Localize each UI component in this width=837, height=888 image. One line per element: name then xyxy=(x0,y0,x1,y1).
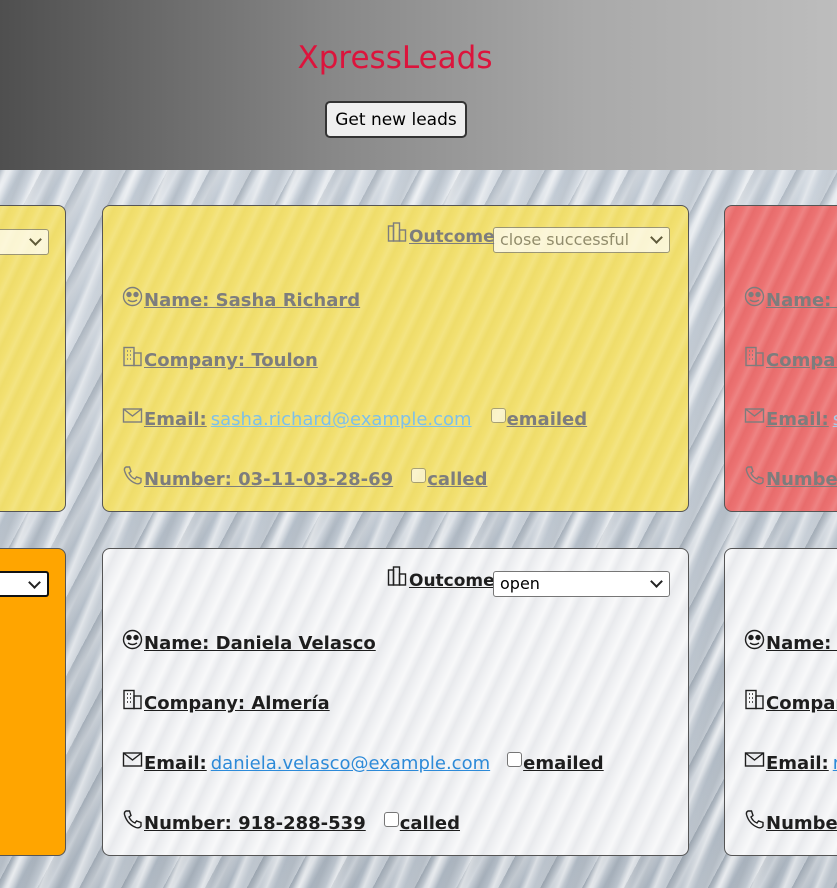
email-link[interactable]: sasha.richard@example.com xyxy=(211,409,472,430)
leads-board: l Outcome close successful Name: Sasha R… xyxy=(0,170,837,888)
lead-card-right-partial-white: Name: R Company Email: ry Number: xyxy=(724,548,837,856)
face-icon xyxy=(744,629,765,650)
building-icon xyxy=(744,346,765,367)
email-link[interactable]: si xyxy=(833,409,837,430)
lead-number: Number: xyxy=(744,810,837,834)
emailed-checkbox[interactable] xyxy=(507,752,523,767)
lead-number: Number: xyxy=(744,466,837,490)
lead-card-left-partial-orange xyxy=(0,548,66,856)
called-checkbox[interactable] xyxy=(411,468,427,483)
envelope-icon xyxy=(122,749,143,770)
called-checkbox[interactable] xyxy=(383,812,399,827)
email-link[interactable]: ry xyxy=(833,753,837,774)
chevron-down-icon xyxy=(650,231,663,244)
chevron-down-icon xyxy=(28,576,41,589)
chevron-down-icon xyxy=(29,233,42,246)
envelope-icon xyxy=(122,405,143,426)
lead-company: Company xyxy=(744,689,837,714)
building-icon xyxy=(122,346,143,367)
face-icon xyxy=(122,286,143,307)
buildings-icon xyxy=(387,222,408,243)
lead-email: Email: sasha.richard@example.com emailed xyxy=(122,408,587,430)
lead-email: Email: si xyxy=(744,408,837,430)
building-icon xyxy=(122,689,143,710)
lead-number: Number: 918-288-539 called xyxy=(122,810,460,834)
email-link[interactable]: daniela.velasco@example.com xyxy=(211,753,490,774)
envelope-icon xyxy=(744,749,765,770)
app-header: XpressLeads Get new leads xyxy=(0,0,837,170)
lead-company: Company: Almería xyxy=(122,689,330,714)
outcome-select[interactable]: open xyxy=(493,571,670,597)
lead-name: Name: Daniela Velasco xyxy=(122,629,376,654)
lead-company: Company: Toulon xyxy=(122,346,318,371)
phone-icon xyxy=(122,809,143,830)
face-icon xyxy=(122,629,143,650)
lead-card-right-partial: Name: Si Company Email: si Number: xyxy=(724,205,837,512)
buildings-icon xyxy=(387,566,408,587)
chevron-down-icon xyxy=(650,575,663,588)
phone-icon xyxy=(744,809,765,830)
envelope-icon xyxy=(744,405,765,426)
phone-icon xyxy=(744,465,765,486)
lead-company: Company xyxy=(744,346,837,371)
lead-card-left-partial: l xyxy=(0,205,66,512)
lead-name: Name: Sasha Richard xyxy=(122,286,360,311)
lead-card-sasha-richard: Outcome close successful Name: Sasha Ric… xyxy=(102,205,689,512)
emailed-checkbox[interactable] xyxy=(490,408,506,423)
lead-name: Name: Si xyxy=(744,286,837,311)
outcome-select[interactable]: close successful xyxy=(493,227,670,253)
lead-email: Email: daniela.velasco@example.com email… xyxy=(122,752,604,774)
lead-number: Number: 03-11-03-28-69 called xyxy=(122,466,487,490)
face-icon xyxy=(744,286,765,307)
app-title: XpressLeads xyxy=(297,40,493,76)
lead-email: Email: ry xyxy=(744,752,837,774)
lead-name: Name: R xyxy=(744,629,837,654)
outcome-select[interactable]: l xyxy=(0,229,49,255)
outcome-label: Outcome xyxy=(387,566,495,591)
building-icon xyxy=(744,689,765,710)
lead-card-daniela-velasco: Outcome open Name: Daniela Velasco Compa… xyxy=(102,548,689,856)
outcome-select[interactable] xyxy=(0,571,49,597)
get-new-leads-button[interactable]: Get new leads xyxy=(325,101,467,138)
phone-icon xyxy=(122,465,143,486)
outcome-label: Outcome xyxy=(387,222,495,247)
